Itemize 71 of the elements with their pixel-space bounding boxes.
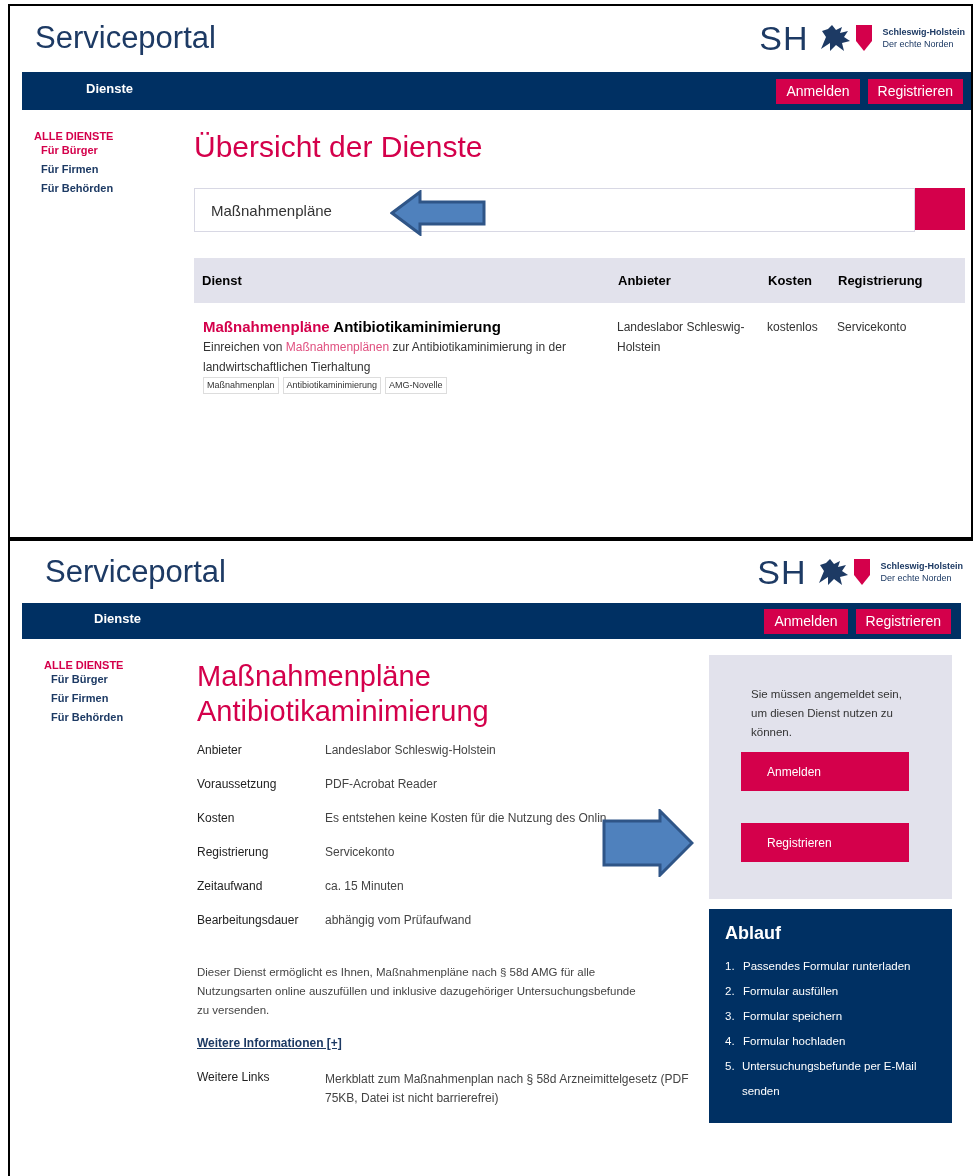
fact-label: Anbieter — [197, 743, 243, 757]
fact-label: Kosten — [197, 811, 236, 825]
logo-text: Der echte Norden — [882, 38, 955, 50]
sidebar-item[interactable]: Für Firmen — [44, 692, 197, 704]
fact-value: Es entstehen keine Kosten für die Nutzung des Onlin — [325, 811, 608, 825]
search-field[interactable]: Maßnahmenpläne — [194, 188, 915, 232]
nav-link[interactable]: Dienste — [94, 610, 141, 626]
fact-label: Bearbeitungsdauer — [197, 913, 300, 927]
nav-link[interactable]: Dienste — [86, 80, 133, 96]
tag: Maßnahmenplan — [203, 377, 279, 394]
shield-icon — [856, 23, 873, 53]
tag: Antibiotikaminimierung — [282, 377, 382, 394]
fact-value: PDF-Acrobat Reader — [325, 777, 439, 791]
logo-text: Schleswig-Holstein — [882, 26, 965, 38]
step-number: 3. — [725, 1009, 736, 1024]
notice-text: Sie müssen angemeldet sein, um diesen Dienst nutzen zu können. — [751, 687, 903, 740]
table-cell-text: Servicekonto — [836, 319, 908, 336]
step-text: Passendes Formular runterladen — [743, 959, 911, 974]
header-button[interactable]: Registrieren — [867, 78, 963, 104]
step-text: Formular hochladen — [743, 1034, 846, 1049]
column-header: Kosten — [767, 273, 814, 288]
sidebar-heading[interactable]: ALLE DIENSTE — [44, 659, 197, 671]
action-button[interactable]: Registrieren — [741, 823, 909, 862]
step-number: 2. — [725, 984, 736, 999]
fact-label: Registrierung — [197, 845, 270, 859]
column-header: Anbieter — [617, 273, 672, 288]
step-text: Untersuchungsbefunde per E-Mail senden — [741, 1059, 918, 1099]
shield-icon — [854, 557, 871, 587]
step-number: 4. — [725, 1034, 736, 1049]
header-button[interactable]: Registrieren — [855, 608, 951, 634]
tag: AMG-Novelle — [385, 377, 447, 394]
step-text: Formular ausfüllen — [743, 984, 839, 999]
fact-label: Zeitaufwand — [197, 879, 264, 893]
step-text: Formular speichern — [743, 1009, 843, 1024]
process-title: Ablauf — [725, 923, 782, 944]
more-info-link[interactable]: Weitere Informationen [+] — [197, 1036, 709, 1050]
table-cell-text: kostenlos — [766, 319, 819, 336]
fact-label: Weitere Links — [197, 1070, 271, 1086]
search-button[interactable] — [915, 188, 965, 230]
arrow-icon — [390, 190, 486, 236]
sidebar-item[interactable]: Für Bürger — [34, 144, 194, 156]
fact-value: abhängig vom Prüfaufwand — [325, 913, 473, 927]
table-cell-text: Landeslabor Schleswig-Holstein — [616, 319, 746, 356]
page-heading: Maßnahmenpläne Antibiotikaminimierung — [197, 659, 490, 729]
sidebar-item[interactable]: Für Behörden — [34, 182, 194, 194]
sidebar-item[interactable]: Für Bürger — [44, 673, 197, 685]
fact-label: Voraussetzung — [197, 777, 278, 791]
logo-text: SH — [759, 18, 809, 58]
fact-value: ca. 15 Minuten — [325, 879, 405, 893]
document-link[interactable]: Merkblatt zum Maßnahmenplan nach § 58d Arzneimittelgesetz (PDF 75KB, Datei ist nicht barrierefrei) — [325, 1070, 705, 1108]
site-title: Serviceportal — [45, 554, 226, 590]
site-title: Serviceportal — [35, 20, 216, 56]
sidebar-item[interactable]: Für Firmen — [34, 163, 194, 175]
header-button[interactable]: Anmelden — [764, 608, 848, 634]
fact-value: Servicekonto — [325, 845, 396, 859]
action-button[interactable]: Anmelden — [741, 752, 909, 791]
logo-text: Der echte Norden — [880, 572, 953, 584]
service-description: Einreichen von Maßnahmenplänen zur Antibiotikaminimierung in der landwirtschaftlichen Tierhaltung — [203, 339, 567, 376]
description-text: Dieser Dienst ermöglicht es Ihnen, Maßnahmenpläne nach § 58d AMG für alle Nutzungsarten online auszufüllen und inklusive dazugehöriger Untersuchungsbefunde zu versenden. — [197, 965, 637, 1018]
step-number: 1. — [725, 959, 736, 974]
sidebar-item[interactable]: Für Behörden — [44, 711, 197, 723]
header-button[interactable]: Anmelden — [776, 78, 860, 104]
logo-text: Schleswig-Holstein — [880, 560, 963, 572]
service-title[interactable]: Maßnahmenpläne Antibiotikaminimierung — [203, 317, 610, 337]
column-header: Dienst — [201, 273, 243, 288]
fact-value: Landeslabor Schleswig-Holstein — [325, 743, 497, 757]
logo-text: SH — [757, 552, 807, 592]
column-header: Registrierung — [837, 273, 924, 288]
step-number: 5. — [725, 1059, 736, 1074]
page-heading: Übersicht der Dienste — [194, 130, 484, 164]
sidebar-heading[interactable]: ALLE DIENSTE — [34, 130, 194, 142]
